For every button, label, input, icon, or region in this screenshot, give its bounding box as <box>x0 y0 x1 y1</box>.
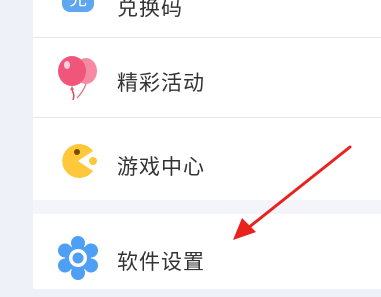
gear-icon <box>53 233 103 283</box>
balloon-icon <box>53 52 103 102</box>
svg-text:兑: 兑 <box>69 0 87 10</box>
menu-item-events[interactable]: 精彩活动 <box>33 38 381 116</box>
menu-item-label: 精彩活动 <box>117 71 205 95</box>
exchange-code-icon: 兑 <box>53 0 103 22</box>
pacman-icon <box>53 136 103 186</box>
menu-item-exchange-code[interactable]: 兑 兑换码 <box>33 0 381 36</box>
divider <box>33 117 381 118</box>
left-gutter <box>0 0 33 289</box>
menu-item-settings[interactable]: 软件设置 <box>33 219 381 297</box>
section-gap <box>33 200 381 214</box>
menu-item-game-center[interactable]: 游戏中心 <box>33 122 381 200</box>
menu-item-label: 软件设置 <box>117 250 205 274</box>
menu-item-label: 游戏中心 <box>117 155 205 179</box>
menu-item-label: 兑换码 <box>117 0 183 20</box>
